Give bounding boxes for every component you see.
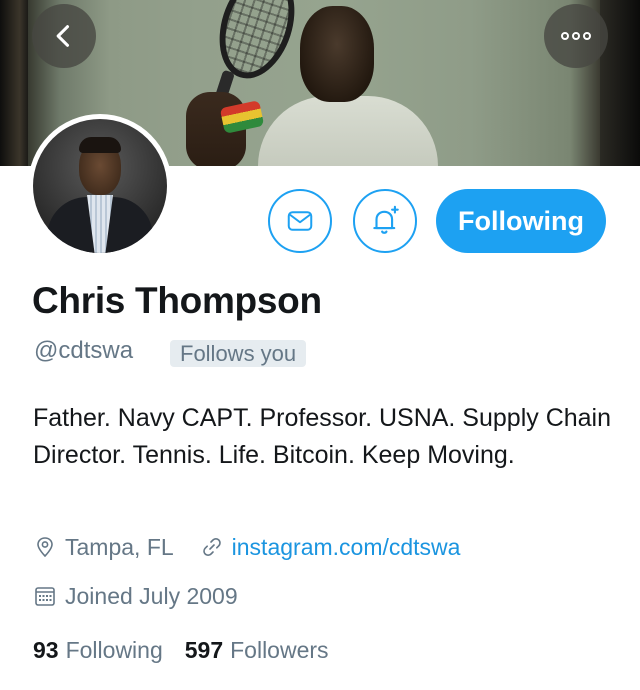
calendar-icon: [35, 587, 55, 606]
followers-count: 597: [184, 637, 224, 663]
location-text: Tampa, FL: [65, 533, 174, 560]
follows-you-badge: Follows you: [170, 340, 307, 367]
link-icon: [202, 538, 221, 556]
envelope-icon: [287, 211, 313, 231]
following-button[interactable]: Following: [436, 189, 606, 253]
location-pin-icon: [37, 537, 53, 558]
user-handle: @cdtswa: [34, 337, 134, 364]
following-label: Following: [65, 637, 163, 663]
bell-plus-icon: [373, 205, 399, 234]
chevron-left-icon: [56, 25, 70, 47]
more-options-button[interactable]: [544, 4, 608, 68]
avatar[interactable]: [28, 114, 172, 258]
followers-label: Followers: [230, 637, 329, 663]
followers-count-link[interactable]: 597 Followers: [185, 637, 329, 664]
joined-row: Joined July 2009: [33, 581, 238, 611]
banner-frame-left: [0, 0, 28, 166]
message-button[interactable]: [268, 189, 332, 253]
banner-player-head: [300, 6, 374, 102]
notifications-button[interactable]: [353, 189, 417, 253]
back-button[interactable]: [32, 4, 96, 68]
following-count: 93: [33, 637, 59, 663]
website-link[interactable]: instagram.com/cdtswa: [232, 534, 461, 561]
following-count-link[interactable]: 93 Following: [33, 637, 163, 664]
display-name: Chris Thompson: [32, 280, 322, 321]
avatar-photo: [33, 119, 167, 253]
joined-date: Joined July 2009: [65, 582, 238, 609]
banner-player-body: [258, 96, 438, 166]
profile-bio: Father. Navy CAPT. Professor. USNA. Supp…: [33, 404, 612, 469]
follow-counts: 93 Following 597 Followers: [33, 637, 329, 664]
more-horizontal-icon: [561, 32, 591, 40]
location-website-row: Tampa, FL instagram.com/cdtswa: [33, 532, 460, 562]
